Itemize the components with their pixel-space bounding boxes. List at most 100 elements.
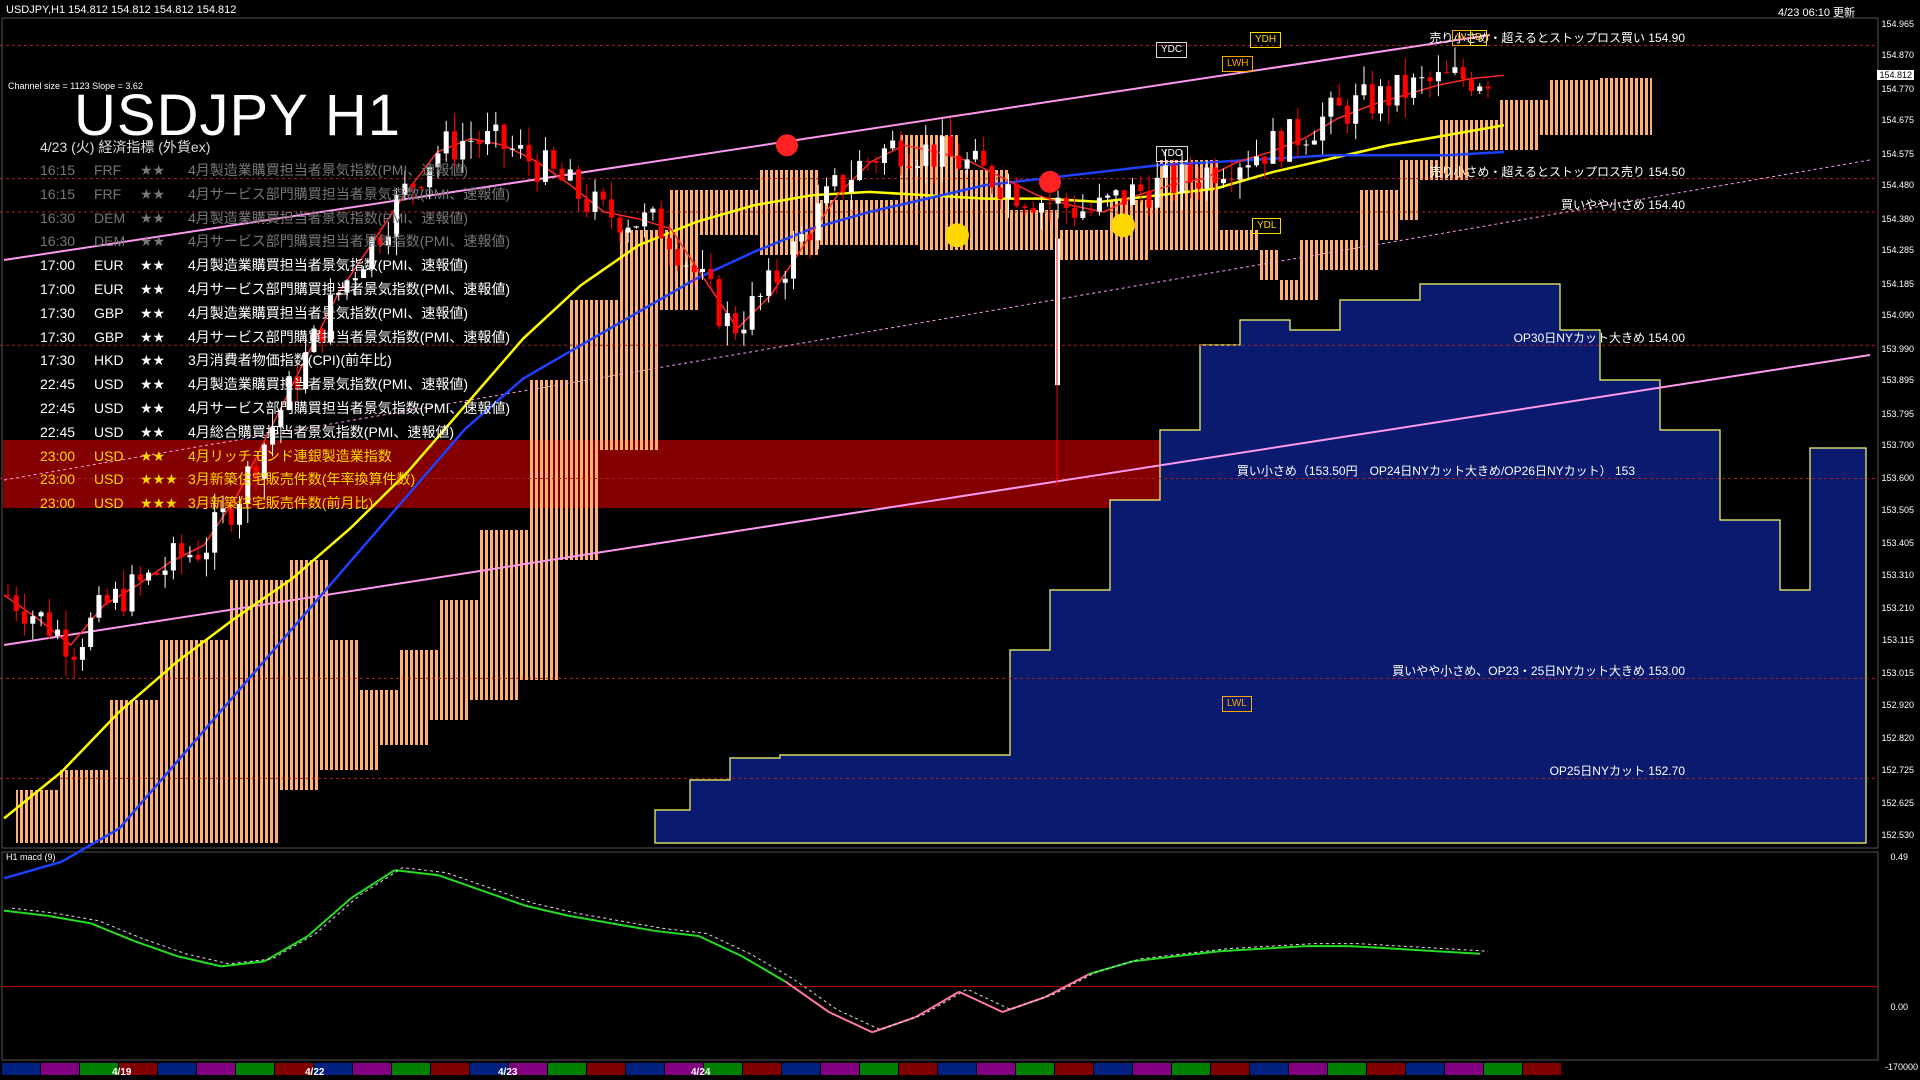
event-stars: ★★ (140, 328, 166, 345)
date-strip-block (41, 1063, 79, 1075)
event-name: 3月新築住宅販売件数(年率換算件数) (188, 471, 416, 488)
symbol-info: USDJPY,H1 154.812 154.812 154.812 154.81… (6, 4, 237, 16)
event-time: 22:45 (40, 423, 76, 440)
date-strip-block (1172, 1063, 1210, 1075)
macd-axis-top: 0.49 (1890, 852, 1908, 862)
date-strip-block (197, 1063, 235, 1075)
candle (1278, 127, 1284, 168)
price-axis-label: 153.405 (1881, 538, 1914, 549)
date-strip-block (821, 1063, 859, 1075)
date-label: 4/24 (691, 1067, 711, 1078)
price-axis-label: 152.625 (1881, 798, 1914, 809)
price-axis-label: 153.015 (1881, 668, 1914, 679)
event-name: 4月製造業購買担当者景気指数(PMI、速報値) (188, 209, 468, 226)
level-label: 買い小さめ（153.50円 OP24日NYカット大きめ/OP26日NYカット） … (1236, 464, 1635, 479)
event-stars: ★★ (140, 257, 166, 274)
price-axis-label: 154.675 (1881, 115, 1914, 126)
event-name: 4月総合購買担当者景気指数(PMI、速報値) (188, 423, 454, 440)
candle (716, 274, 722, 329)
date-strip-block (548, 1063, 586, 1075)
event-name: 4月サービス部門購買担当者景気指数(PMI、速報値) (188, 233, 510, 250)
signal-up-marker (1111, 213, 1135, 238)
event-stars: ★★ (140, 423, 166, 440)
tag-lwl: LWL (1222, 696, 1252, 712)
price-axis-label: 154.185 (1881, 278, 1914, 289)
price-axis-label: 153.895 (1881, 375, 1914, 386)
level-label: 売り小さめ・超えるとストップロス売り 154.50 (1429, 164, 1685, 179)
candle (88, 612, 94, 651)
price-axis-label: 154.380 (1881, 213, 1914, 224)
event-currency: EUR (94, 281, 124, 297)
event-stars: ★★ (140, 233, 166, 250)
event-currency: USD (94, 400, 124, 416)
date-strip-block (1289, 1063, 1327, 1075)
event-time: 16:15 (40, 162, 76, 178)
event-currency: USD (94, 495, 124, 512)
price-axis-label: 153.310 (1881, 570, 1914, 581)
event-time: 16:30 (40, 209, 76, 226)
event-stars: ★★ (140, 352, 166, 369)
date-strip-block (1094, 1063, 1132, 1075)
price-axis-label: 152.820 (1881, 733, 1914, 744)
event-time: 17:30 (40, 352, 76, 369)
tag-ydh: YDH (1250, 32, 1282, 48)
date-strip-block (1367, 1063, 1405, 1075)
event-currency: GBP (94, 304, 124, 321)
price-axis-label: 153.990 (1881, 343, 1914, 354)
event-currency: HKD (94, 352, 124, 369)
date-strip-block (1328, 1063, 1366, 1075)
tag-w: W (1452, 30, 1472, 46)
date-strip-block (1406, 1063, 1444, 1075)
event-stars: ★★ (140, 376, 166, 393)
price-axis-label: 154.480 (1881, 180, 1914, 191)
date-label: 4/22 (305, 1067, 325, 1078)
date-strip-block (1523, 1063, 1561, 1075)
event-time: 22:45 (40, 376, 76, 393)
signal-down-marker (776, 134, 798, 157)
price-axis-label: 154.965 (1881, 18, 1914, 29)
event-stars: ★★ (140, 162, 166, 178)
event-stars: ★★ (140, 304, 166, 321)
chart-subtitle: 4/23 (火) 経済指標 (外貨ex) (40, 139, 211, 155)
date-label: 4/19 (112, 1067, 132, 1078)
date-strip-block (899, 1063, 937, 1075)
event-time: 23:00 (40, 447, 76, 464)
price-axis-label: 154.770 (1881, 83, 1914, 94)
event-time: 16:15 (40, 185, 76, 202)
event-name: 4月サービス部門購買担当者景気指数(PMI、速報値) (188, 185, 510, 202)
level-label: 買いやや小さめ、OP23・25日NYカット大きめ 153.00 (1392, 664, 1685, 679)
event-time: 16:30 (40, 233, 76, 250)
date-strip-block (1055, 1063, 1093, 1075)
event-time: 17:00 (40, 257, 76, 274)
event-name: 4月製造業購買担当者景気指数(PMI、速報値) (188, 162, 468, 178)
event-time: 23:00 (40, 495, 76, 512)
tag-ydc: YDC (1156, 42, 1188, 58)
event-stars: ★★★ (140, 471, 178, 488)
event-stars: ★★ (140, 209, 166, 226)
level-label: 買いやや小さめ 154.40 (1560, 197, 1685, 212)
price-axis-label: 153.600 (1881, 473, 1914, 484)
date-strip-block (743, 1063, 781, 1075)
price-axis-label: 153.700 (1881, 440, 1914, 451)
event-time: 17:30 (40, 328, 76, 345)
date-strip-block (1445, 1063, 1483, 1075)
event-name: 4月サービス部門購買担当者景気指数(PMI、速報値) (188, 281, 510, 297)
tag-lwh: LWH (1222, 56, 1254, 72)
candle (1287, 118, 1293, 163)
event-time: 22:45 (40, 400, 76, 416)
event-name: 4月サービス部門購買担当者景気指数(PMI、速報値) (188, 328, 510, 345)
event-stars: ★★ (140, 281, 166, 297)
event-currency: USD (94, 376, 124, 393)
price-axis-label: 153.505 (1881, 505, 1914, 516)
event-name: 4月製造業購買担当者景気指数(PMI、速報値) (188, 376, 468, 393)
date-label: 4/23 (498, 1067, 518, 1078)
date-strip-block (860, 1063, 898, 1075)
event-time: 17:30 (40, 304, 76, 321)
macd-axis-bottom: -170000 (1884, 1062, 1918, 1072)
price-axis-label: 153.210 (1881, 603, 1914, 614)
event-name: 4月製造業購買担当者景気指数(PMI、速報値) (188, 257, 468, 274)
event-currency: GBP (94, 328, 124, 345)
date-strip-block (977, 1063, 1015, 1075)
macd-title: H1 macd (9) (6, 852, 56, 862)
event-currency: EUR (94, 257, 124, 274)
